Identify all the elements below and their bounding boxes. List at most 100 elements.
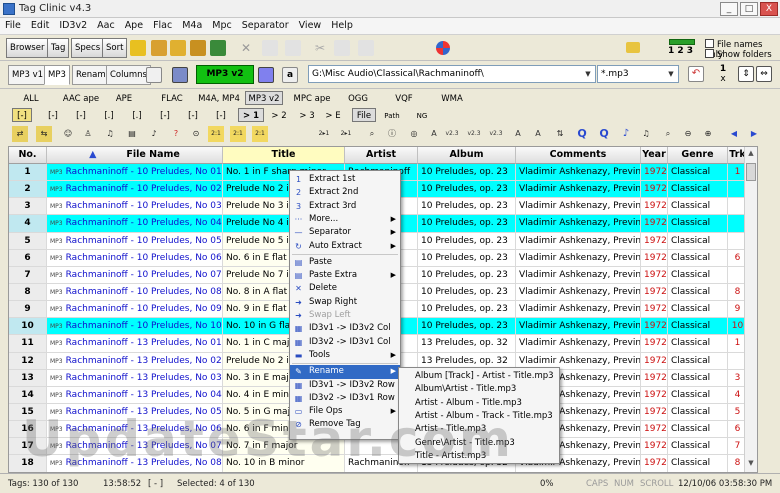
bracket-4-button[interactable]: [.] [100,108,118,122]
cell-file-name[interactable]: MP3 Rachmaninoff - 13 Preludes, No 08 i..… [47,455,223,472]
mp3-v2-badge[interactable]: MP3 v2 [196,65,254,84]
q-icon[interactable]: Q [574,126,590,142]
v2-3-icon[interactable]: v2.3 [444,126,460,142]
table-row[interactable]: 18 MP3 Rachmaninoff - 13 Preludes, No 08 i… [9,455,757,472]
cell-year[interactable]: 1972 [641,249,668,267]
col-header-comments[interactable]: Comments [516,147,641,164]
cell-genre[interactable]: Classical [668,352,728,370]
target-3-button[interactable]: > 3 [296,108,318,122]
write-tag-icon[interactable] [210,40,226,56]
menu-item-delete[interactable]: ✕ Delete [290,282,400,295]
cell-year[interactable]: 1972 [641,215,668,233]
vertical-scrollbar[interactable]: ▲ ▼ [744,147,757,472]
cell-no[interactable]: 17 [9,438,47,456]
cell-no[interactable]: 6 [9,249,47,267]
tag-cell-icon[interactable]: 2:1 [208,126,224,142]
tab-mp3-v2[interactable]: MP3 v2 [245,91,283,105]
search-list-icon[interactable]: ⌕ [660,126,676,142]
cell-genre[interactable]: Classical [668,403,728,422]
cell-genre[interactable]: Classical [668,455,728,472]
cell-genre[interactable]: Classical [668,318,728,336]
row-icon[interactable]: 2:1 [252,126,268,142]
rename-pattern-item[interactable]: Artist - Album - Title.mp3 [399,397,559,410]
scroll-thumb[interactable] [746,163,756,181]
minimize-button[interactable]: _ [720,2,738,16]
cell-genre[interactable]: Classical [668,386,728,404]
rename-pattern-item[interactable]: Album [Track] - Artist - Title.mp3 [399,370,559,383]
cell-comments[interactable]: Vladimir Ashkenazy, Previn [516,215,641,233]
cut-icon[interactable]: ✂ [312,40,328,56]
cell-comments[interactable]: Vladimir Ashkenazy, Previn [516,249,641,267]
menu-item-rename[interactable]: ✎ Rename ▶ [290,365,400,379]
cell-file-name[interactable]: MP3 Rachmaninoff - 13 Preludes, No 02 i..… [47,352,223,370]
cell-year[interactable]: 1972 [641,266,668,284]
cell-file-name[interactable]: MP3 Rachmaninoff - 13 Preludes, No 05 i..… [47,403,223,422]
tab-ogg[interactable]: OGG [343,91,373,105]
clipboard-icon[interactable] [334,40,350,56]
cell-file-name[interactable]: MP3 Rachmaninoff - 10 Preludes, No 06 i..… [47,249,223,267]
cell-album[interactable]: 10 Preludes, op. 23 [418,301,516,319]
scroll-down-icon[interactable]: ▼ [746,459,756,471]
cell-file-name[interactable]: MP3 Rachmaninoff - 13 Preludes, No 04 i..… [47,386,223,404]
bracket-1-button[interactable]: [-] [12,108,32,122]
cell-comments[interactable]: Vladimir Ashkenazy, Previn [516,164,641,182]
cell-file-name[interactable]: MP3 Rachmaninoff - 13 Preludes, No 06 i..… [47,421,223,439]
cell-genre[interactable]: Classical [668,198,728,216]
cell-album[interactable]: 10 Preludes, op. 23 [418,198,516,216]
copy-icon[interactable] [262,40,278,56]
col-header-artist[interactable]: Artist [345,147,418,164]
menu-item-id3v2-id3v1-col[interactable]: ▦ ID3v2 -> ID3v1 Col [290,336,400,349]
cell-genre[interactable]: Classical [668,283,728,302]
bracket-7-button[interactable]: [-] [184,108,202,122]
tab-flac[interactable]: FLAC [153,91,191,105]
cell-no[interactable]: 12 [9,352,47,370]
cell-genre[interactable]: Classical [668,164,728,182]
tab-m4a-mp4[interactable]: M4A, MP4 [196,91,242,105]
cell-file-name[interactable]: MP3 Rachmaninoff - 10 Preludes, No 02 i..… [47,181,223,199]
menu-item-extract-2nd[interactable]: 2 Extract 2nd [290,186,400,199]
bracket-6-button[interactable]: [-] [156,108,174,122]
cell-file-name[interactable]: MP3 Rachmaninoff - 13 Preludes, No 07 i..… [47,438,223,456]
tab-mp3[interactable]: MP3 [44,65,70,85]
cell-album[interactable]: 10 Preludes, op. 23 [418,266,516,284]
edit-icon[interactable] [358,40,374,56]
cell-comments[interactable]: Vladimir Ashkenazy, Previn [516,266,641,284]
col-header-genre[interactable]: Genre [668,147,728,164]
undo-icon[interactable]: ↶ [688,66,704,82]
tab-mp3-v1[interactable]: MP3 v1 [8,65,48,85]
scroll-up-icon[interactable]: ▲ [746,149,756,161]
filter-input[interactable]: *.mp3 ▼ [597,65,679,83]
cell-comments[interactable]: Vladimir Ashkenazy, Previn [516,318,641,336]
bracket-2-button[interactable]: [-] [44,108,62,122]
tab-all[interactable]: ALL [14,91,48,105]
cell-no[interactable]: 3 [9,198,47,216]
bracket-5-button[interactable]: [.] [128,108,146,122]
col-header-title[interactable]: Title [223,147,345,164]
menu-separator[interactable]: Separator [237,18,294,33]
cell-year[interactable]: 1972 [641,369,668,387]
cell-year[interactable]: 1972 [641,232,668,250]
text-a-icon[interactable]: A [426,126,442,142]
cell-genre[interactable]: Classical [668,232,728,250]
menu-item-more[interactable]: ··· More... ▶ [290,213,400,226]
file-button[interactable]: File [352,108,376,122]
cell-year[interactable]: 1972 [641,318,668,336]
cell-file-name[interactable]: MP3 Rachmaninoff - 10 Preludes, No 09 i..… [47,301,223,319]
menu-help[interactable]: Help [326,18,358,33]
cell-genre[interactable]: Classical [668,181,728,199]
cell-album[interactable]: 10 Preludes, op. 23 [418,164,516,182]
cell-no[interactable]: 18 [9,455,47,472]
sort-button[interactable]: Sort [102,38,128,58]
cell-no[interactable]: 5 [9,232,47,250]
user-icon[interactable]: ☺ [60,126,76,142]
cell-album[interactable]: 10 Preludes, op. 23 [418,215,516,233]
menu-item-id3v1-id3v2-row[interactable]: ▦ ID3v1 -> ID3v2 Row [290,379,400,392]
tab-ape[interactable]: APE [108,91,140,105]
delete-icon[interactable]: ✕ [238,40,254,56]
col-header-album[interactable]: Album [418,147,516,164]
cell-no[interactable]: 1 [9,164,47,182]
menu-item-auto-extract[interactable]: ↻ Auto Extract ▶ [290,240,400,253]
play-icon[interactable]: ♪ [618,126,634,142]
menu-m4a[interactable]: M4a [177,18,207,33]
cell-icon[interactable]: 2:1 [230,126,246,142]
